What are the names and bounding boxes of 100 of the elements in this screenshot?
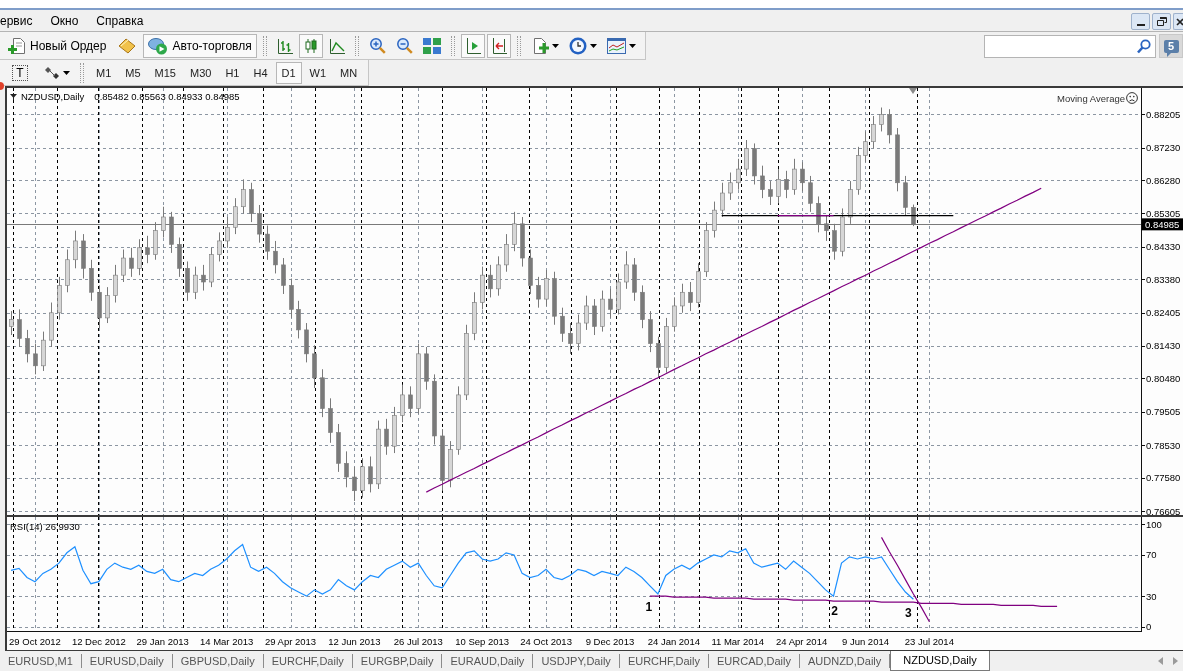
axis-label: 0.79505 — [1146, 406, 1181, 418]
candlestick — [792, 158, 797, 196]
date-label: 24 Jan 2014 — [647, 636, 700, 647]
menu-item[interactable]: ервис — [0, 13, 42, 28]
candlestick — [624, 250, 629, 290]
candlestick — [744, 139, 749, 177]
timeframe-button[interactable]: H4 — [247, 61, 274, 84]
candlestick — [304, 322, 309, 363]
timeframe-button[interactable]: M30 — [183, 61, 218, 84]
minimize-button[interactable] — [1131, 13, 1150, 30]
candlestick — [360, 457, 365, 499]
candlestick-button[interactable] — [298, 33, 323, 58]
close-icon — [1176, 17, 1183, 26]
timeframe-button[interactable]: M5 — [119, 61, 147, 84]
date-label: 29 Jan 2013 — [136, 636, 189, 647]
candlestick — [871, 115, 876, 150]
messages-button[interactable]: 5 — [1159, 34, 1183, 58]
search-icon — [1137, 38, 1151, 54]
candlestick — [608, 288, 613, 319]
expert-name: Moving Average — [1057, 92, 1125, 104]
candlestick — [296, 300, 301, 339]
timeframe-button[interactable]: D1 — [275, 61, 302, 84]
chart-tab[interactable]: EURCAD,Daily — [709, 654, 800, 668]
candlestick — [9, 310, 14, 336]
candlestick — [672, 296, 677, 333]
date-label: 24 Apr 2014 — [775, 636, 828, 647]
timeframe-button[interactable]: W1 — [303, 61, 333, 84]
price-quote: 0.85482 0.85563 0.84933 0.84985 — [94, 91, 240, 102]
axes-triangle-icon — [464, 37, 481, 54]
candlestick — [145, 235, 150, 264]
new-order-button[interactable]: Новый Ордер — [3, 33, 112, 58]
caret-icon — [63, 70, 70, 75]
candlestick — [504, 233, 509, 273]
candlestick — [121, 248, 126, 283]
candlestick — [863, 130, 868, 163]
candlestick — [760, 165, 765, 199]
date-label: 12 Jun 2013 — [328, 636, 381, 647]
chart-tab[interactable]: EURCHF,Daily — [619, 654, 709, 668]
axis-label: 0.76605 — [1146, 505, 1181, 515]
date-label: 9 Jun 2014 — [842, 636, 889, 647]
restore-icon — [1156, 17, 1167, 26]
axis-label: 0.78530 — [1146, 439, 1181, 451]
chart-tab[interactable]: NZDUSD,Daily — [890, 650, 990, 671]
axis-label: 0.85305 — [1146, 207, 1181, 219]
candlestick — [879, 107, 884, 132]
play-badge-icon — [148, 36, 169, 55]
chart-tab[interactable]: GBPUSD,Daily — [172, 654, 264, 668]
candlestick — [89, 259, 94, 302]
axis-label: 70 — [1146, 549, 1157, 561]
candlestick — [656, 336, 661, 379]
candlestick — [648, 310, 653, 353]
menu-item[interactable]: Окно — [41, 13, 88, 28]
caret-icon — [551, 43, 559, 48]
autoscroll-button[interactable] — [486, 33, 511, 58]
timeframe-button[interactable]: M1 — [90, 61, 118, 84]
candlestick — [217, 231, 222, 262]
zoom-in-icon — [368, 37, 386, 54]
candlestick — [560, 307, 565, 343]
minimize-icon — [1136, 24, 1145, 26]
chart-tab[interactable]: EURUSD,M1 — [0, 654, 82, 668]
chart-tab[interactable]: EURCHF,Daily — [263, 654, 353, 668]
candlestick — [736, 158, 741, 191]
candlestick — [241, 178, 246, 215]
candlestick — [592, 298, 597, 336]
candlestick — [289, 278, 294, 319]
restore-button[interactable] — [1152, 13, 1171, 30]
axis-label: 0.77580 — [1146, 472, 1181, 484]
axis-label: 0.82405 — [1146, 307, 1181, 319]
chart-shift-button[interactable] — [460, 33, 485, 58]
axis-label: 100 — [1146, 518, 1162, 530]
bar-chart-icon — [276, 37, 293, 54]
candlestick — [105, 286, 110, 324]
timeframe-button[interactable]: M15 — [148, 61, 182, 84]
candlestick — [273, 240, 278, 274]
clock-icon — [568, 36, 587, 55]
point-number: 2 — [831, 604, 838, 619]
close-button[interactable] — [1173, 13, 1183, 30]
candlestick — [728, 172, 733, 201]
candlestick — [177, 237, 182, 278]
timeframe-button[interactable]: H1 — [219, 61, 246, 84]
auto-trading-button[interactable]: Авто-торговля — [143, 33, 257, 58]
candlestick — [768, 180, 773, 206]
axis-label: 0.86280 — [1146, 174, 1181, 186]
chart-tab[interactable]: EURUSD,Daily — [81, 654, 173, 668]
chart-tab[interactable]: EURAUD,Daily — [442, 654, 534, 668]
candlestick — [584, 295, 589, 331]
candlestick-icon — [302, 37, 319, 54]
timeframe-button[interactable]: MN — [334, 61, 364, 84]
candlestick — [312, 344, 317, 389]
text-tool-button[interactable]: T — [8, 61, 32, 84]
candlestick — [408, 385, 413, 418]
menu-item[interactable]: Справка — [87, 13, 153, 28]
date-label: 10 Sep 2013 — [455, 636, 510, 647]
chart-tab[interactable]: USDJPY,Daily — [533, 654, 620, 668]
point-number: 3 — [905, 606, 912, 621]
axis-label: 0.81430 — [1146, 340, 1181, 352]
shapes-icon — [45, 65, 60, 80]
chart-tab[interactable]: EURGBP,Daily — [352, 654, 443, 668]
search-field[interactable] — [984, 34, 1156, 58]
date-label: 29 Apr 2013 — [264, 636, 317, 647]
